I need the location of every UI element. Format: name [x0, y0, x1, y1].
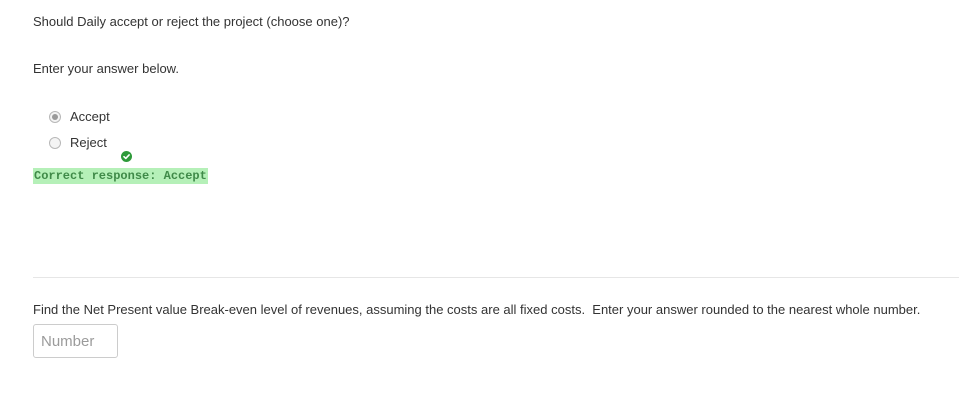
accept-radio[interactable] [49, 111, 61, 123]
correct-response-feedback: Correct response: Accept [33, 168, 208, 184]
question-1-instruction: Enter your answer below. [33, 61, 179, 76]
reject-radio[interactable] [49, 137, 61, 149]
section-divider [33, 277, 959, 278]
number-input[interactable] [33, 324, 118, 358]
question-2-prompt: Find the Net Present value Break-even le… [33, 302, 921, 317]
option-reject-label: Reject [70, 135, 107, 150]
option-reject[interactable]: Reject [49, 134, 107, 152]
option-accept[interactable]: Accept [49, 108, 110, 126]
option-accept-label: Accept [70, 109, 110, 124]
question-1-prompt: Should Daily accept or reject the projec… [33, 14, 350, 29]
quiz-page: Should Daily accept or reject the projec… [0, 0, 961, 417]
check-circle-icon [121, 151, 132, 162]
